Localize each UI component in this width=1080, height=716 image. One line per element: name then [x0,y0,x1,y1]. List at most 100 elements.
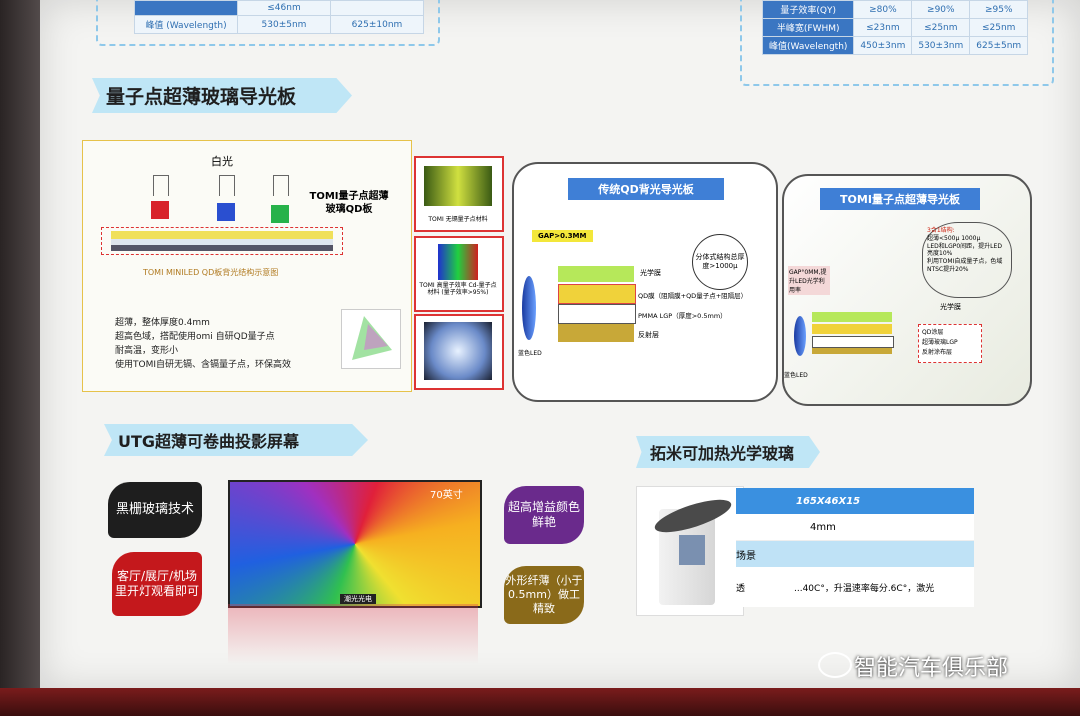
gap-label: GAP°0MM,提升LED光学利用率 [788,266,830,295]
cell: ≥95% [969,0,1029,19]
stack-label: 反射涂布层 [922,349,953,357]
red-pixel [151,201,169,219]
layer-label: 反射层 [638,331,659,339]
section-title-qd: 量子点超薄玻璃导光板 [92,78,352,113]
optical-film-layer [558,266,634,282]
led-array [111,245,333,251]
feature-list: 超薄，整体厚度0.4mm 超高色域，搭配使用omi 自研QD量子点 耐高温，变形… [115,317,291,373]
cell: 530±3nm [911,36,971,55]
qd-layer [111,231,333,239]
led-label: 蓝色LED [784,372,808,379]
top-right-panel: 量子效率(QY) ≥80% ≥90% ≥95% 半峰宽(FWHM) ≤23nm … [740,0,1054,86]
optical-film-layer [812,312,892,322]
screen-size-label: 70英寸 [430,490,463,501]
cell: ≤46nm [237,0,331,16]
tomi-feature-bubble: 3合1结构: 超薄<500μ 1000μ LED和LGP0间距，提升LED亮度1… [922,222,1012,298]
qd-coat-layer [812,324,892,334]
up-arrow-icon [273,175,289,196]
cell: ≤25nm [969,18,1029,37]
reflector-layer [558,324,634,342]
spec-table: 165X46X15 4mm 场景 透 ...40C°，升温速率每分.6C°，激光 [736,488,974,607]
device-window [679,535,705,565]
badge-thin-form: 外形纤薄（小于0.5mm）做工精致 [504,566,584,624]
section-title-utg: UTG超薄可卷曲投影屏幕 [104,424,368,456]
glowing-panel-photo [424,322,492,380]
photo-frame-2: TOMI 高量子效率 Cd-量子点材料 (量子效率>95%) [414,236,504,312]
spec-label: 场景 [736,550,756,562]
cell: ≥90% [911,0,971,19]
badge-high-gain: 超高增益颜色鲜艳 [504,486,584,544]
spec-row: 4mm [736,514,974,541]
cie-gamut-graphic [352,316,392,360]
card-title: 传统QD背光导光板 [568,178,724,200]
qd-film-layer [558,284,636,304]
spec-value: 165X46X15 [796,495,861,507]
row-label: 量子效率(QY) [761,0,855,19]
photo-frame-3 [414,314,504,390]
layer-label: 光学膜 [640,269,661,277]
row-label: 半峰宽(FWHM) [761,18,855,37]
qd-structure-panel: 白光 TOMI量子点超薄玻璃QD板 TOMI MINILED QD板背光结构示意… [82,140,412,392]
white-light-label: 白光 [211,155,233,168]
spec-row: 场景 [736,541,974,567]
feature-item: 超高色域，搭配使用omi 自研QD量子点 [115,331,275,342]
spec-value: ...40C°，升温速率每分.6C°，激光 [794,583,935,594]
cell: 530±5nm [237,15,331,34]
cell: ≥80% [853,0,913,19]
diagram-caption: TOMI MINILED QD板背光结构示意图 [143,268,279,277]
stack-labels: QD涂层 超薄玻璃LGP 反射涂布层 [918,324,982,363]
card-title: TOMI量子点超薄导光板 [820,188,980,210]
reflector-layer [812,348,892,354]
spec-label: 透 [736,583,746,594]
feature-item: 使用TOMI自研无镉、含镉量子点，环保高效 [115,359,292,370]
stack-label: 超薄玻璃LGP [922,339,958,347]
projection-screen: 70英寸 潮光光电 [228,480,482,608]
glass-lgp-layer [812,336,894,348]
cell: 450±3nm [853,36,913,55]
blue-led-icon [794,316,806,356]
cell: ≤23nm [853,18,913,37]
tomi-feature: 超薄<500μ 1000μ [927,234,981,242]
spec-value: 4mm [810,521,836,533]
screen-reflection [228,604,478,664]
badge-viewing: 客厅/展厅/机场里开灯观看即可 [112,552,202,616]
feature-item: 耐高温，变形小 [115,345,179,356]
row-label: 峰值(Wavelength) [761,36,855,55]
photo-caption: TOMI 无镉量子点材料 [428,216,488,223]
pmma-layer [558,304,636,324]
tomi-qd-card: TOMI量子点超薄导光板 3合1结构: 超薄<500μ 1000μ LED和LG… [782,174,1032,406]
blue-led-icon [522,276,536,340]
green-pixel [271,205,289,223]
spec-row: 透 ...40C°，升温速率每分.6C°，激光 [736,567,974,607]
top-right-table: 量子效率(QY) ≥80% ≥90% ≥95% 半峰宽(FWHM) ≤23nm … [761,0,1029,55]
photo-frame-1: TOMI 无镉量子点材料 [414,156,504,232]
up-arrow-icon [153,175,169,196]
floor-edge [0,688,1080,716]
blue-pixel [217,203,235,221]
cell: ≤25nm [911,18,971,37]
tomi-feature: 利用TOMI自成量子点，色域NTSC提升20% [927,258,1003,273]
qd-material-photo [424,166,492,206]
cie-diagram [341,309,401,369]
screen-logo: 潮光光电 [340,594,376,604]
spec-row: 165X46X15 [736,488,974,514]
tomi-feature: LED和LGP0间距，提升LED亮度10% [927,242,1002,258]
badge-black-grid: 黑栅玻璃技术 [108,482,202,538]
feature-item: 超薄，整体厚度0.4mm [115,318,210,328]
qd-vials-photo [438,244,478,280]
features-head: 3合1结构: [927,227,955,234]
photo-caption: TOMI 高量子效率 Cd-量子点材料 (量子效率>95%) [419,282,497,297]
optical-film-label: 光学膜 [940,303,961,311]
gap-label: GAP>0.3MM [532,230,593,242]
cell: 625±10nm [330,15,424,34]
thickness-note: 分体式结构总厚度>1000μ [692,234,748,290]
wechat-icon [818,652,852,678]
heater-device-photo [636,486,744,616]
layer-label: PMMA LGP（厚度>0.5mm） [638,312,727,320]
section-title-heat: 拓米可加热光学玻璃 [636,436,820,468]
callout-label: TOMI量子点超薄玻璃QD板 [309,191,389,215]
row-label: 峰值 (Wavelength) [134,15,238,34]
cell: 625±5nm [969,36,1029,55]
led-label: 蓝色LED [518,350,542,357]
traditional-qd-card: 传统QD背光导光板 GAP>0.3MM 分体式结构总厚度>1000μ 光学膜 Q… [512,162,778,402]
